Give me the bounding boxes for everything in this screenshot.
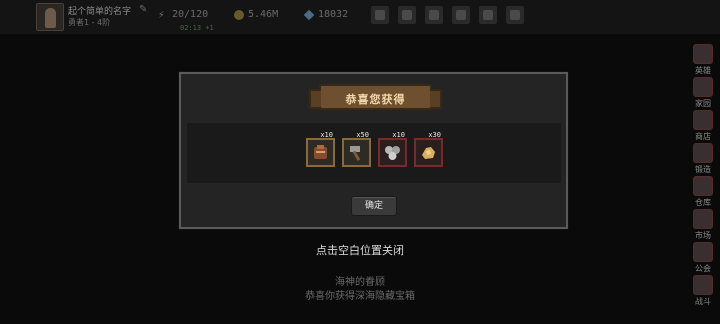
stamina-value: 20/120 xyxy=(172,9,209,20)
dialog-title: 恭喜您获得 xyxy=(345,93,406,106)
player-level: 勇者1 - 4阶 xyxy=(68,18,111,27)
title-banner: 恭喜您获得 xyxy=(309,84,442,110)
item-qty: x10 xyxy=(392,131,405,139)
gold-value: 5.46M xyxy=(248,9,279,20)
warehouse-icon xyxy=(693,176,713,196)
side-item-hero[interactable]: 英雄 xyxy=(686,44,720,77)
gem-icon xyxy=(303,9,315,20)
edit-name-icon[interactable]: ✎ xyxy=(139,5,149,15)
mail-icon[interactable] xyxy=(398,6,416,24)
side-item-shop[interactable]: 商店 xyxy=(686,110,720,143)
ore-icon xyxy=(385,146,400,160)
tap-to-close-hint[interactable]: 点击空白位置关闭 xyxy=(0,242,720,258)
side-item-warehouse[interactable]: 仓库 xyxy=(686,176,720,209)
event-message: 恭喜你获得深海隐藏宝箱 xyxy=(305,291,415,302)
settings-icon[interactable] xyxy=(452,6,470,24)
side-item-forge[interactable]: 锻造 xyxy=(686,143,720,176)
item-qty: x50 xyxy=(356,131,369,139)
leather-armor-icon xyxy=(314,145,327,159)
side-item-label: 英雄 xyxy=(695,66,711,75)
market-icon xyxy=(693,209,713,229)
item-qty: x30 xyxy=(428,131,441,139)
side-item-label: 市场 xyxy=(695,231,711,240)
hammer-icon xyxy=(350,146,361,161)
side-menu: 英雄 家园 商店 锻造 仓库 市场 公会 战斗 xyxy=(686,44,720,308)
shop-icon xyxy=(693,110,713,130)
side-item-label: 商店 xyxy=(695,132,711,141)
forge-icon xyxy=(693,143,713,163)
bolt-icon: ⚡ xyxy=(158,7,165,21)
stamina-regen: 02:13 +1 xyxy=(180,24,214,32)
reward-item-leather[interactable]: x10 xyxy=(306,131,335,167)
home-icon xyxy=(693,77,713,97)
item-qty: x10 xyxy=(320,131,333,139)
side-item-label: 仓库 xyxy=(695,198,711,207)
gem-stat: 18032 xyxy=(303,9,349,20)
event-title: 海神的眷顾 xyxy=(335,277,385,288)
reward-items: x10 x50 x10 x30 xyxy=(187,123,561,183)
player-avatar[interactable] xyxy=(36,3,64,31)
reward-item-gold-nugget[interactable]: x30 xyxy=(414,131,443,167)
side-item-label: 锻造 xyxy=(695,165,711,174)
stamina-stat: ⚡ 20/120 xyxy=(158,7,209,21)
reward-item-hammer[interactable]: x50 xyxy=(342,131,371,167)
side-item-market[interactable]: 市场 xyxy=(686,209,720,242)
player-name: 起个简单的名字 xyxy=(68,7,132,17)
confirm-button[interactable]: 确定 xyxy=(351,196,397,216)
side-item-home[interactable]: 家园 xyxy=(686,77,720,110)
top-bar: 起个简单的名字 勇者1 - 4阶 ✎ ⚡ 20/120 02:13 +1 5.4… xyxy=(0,0,720,34)
side-item-label: 家园 xyxy=(695,99,711,108)
reward-item-ore[interactable]: x10 xyxy=(378,131,407,167)
refresh-icon[interactable] xyxy=(479,6,497,24)
bag-icon[interactable] xyxy=(371,6,389,24)
gem-value: 18032 xyxy=(318,9,349,20)
hero-icon xyxy=(693,44,713,64)
reward-dialog: 恭喜您获得 x10 x50 x10 x30 确定 xyxy=(179,72,568,229)
menu-icon[interactable] xyxy=(506,6,524,24)
gold-nugget-icon xyxy=(422,147,435,159)
gamepad-icon[interactable] xyxy=(425,6,443,24)
gold-stat: 5.46M xyxy=(234,9,278,20)
coin-icon xyxy=(234,9,244,20)
